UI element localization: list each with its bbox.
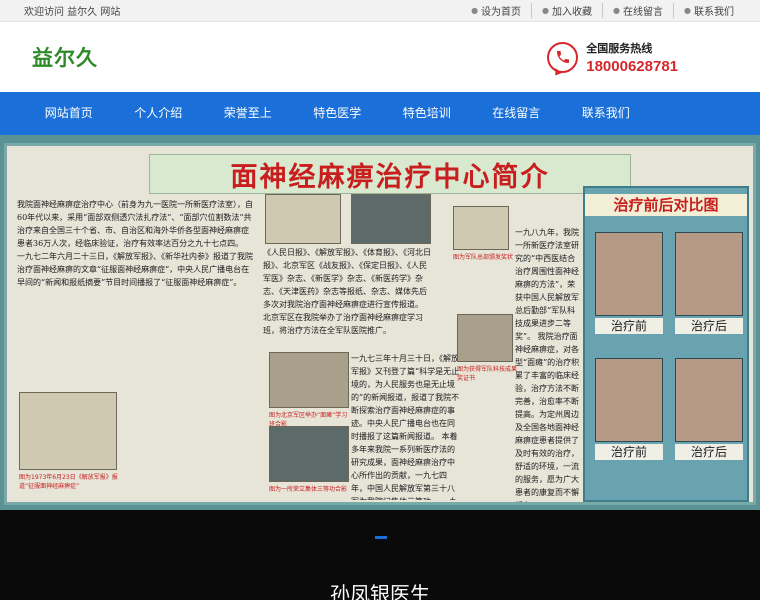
- site-header: 益尔久 全国服务热线 18000628781: [0, 22, 760, 92]
- nav-training[interactable]: 特色培训: [382, 92, 472, 135]
- group-photo: [269, 426, 349, 482]
- online-message-link[interactable]: ● 在线留言: [602, 3, 663, 18]
- document-photo: [265, 194, 341, 244]
- photo-caption: 图为军队总部颁发奖状: [453, 254, 514, 261]
- phone-chat-icon: [547, 41, 579, 73]
- before-label: 治疗前: [595, 444, 663, 460]
- group-photo: [351, 194, 431, 244]
- newspaper-photo: [19, 392, 117, 470]
- nav-message[interactable]: 在线留言: [472, 92, 562, 135]
- hero-banner[interactable]: 面神经麻痹治疗中心简介 我院面神经麻痹症治疗中心（前身为九一医院一所新医疗法室）…: [0, 135, 760, 510]
- bullet-icon: ●: [684, 6, 691, 15]
- after-label: 治疗后: [675, 444, 743, 460]
- add-favorite-link[interactable]: ● 加入收藏: [531, 3, 592, 18]
- patient1-after-photo: [675, 232, 743, 316]
- certificate-photo: [457, 314, 513, 362]
- photo-caption: 图为1973年6月23日《解放军报》报道“征服面神经麻痹症”: [19, 474, 118, 490]
- after-label: 治疗后: [675, 318, 743, 334]
- slider-indicator[interactable]: [375, 536, 387, 539]
- nav-medicine[interactable]: 特色医学: [293, 92, 383, 135]
- award-certificate-photo: [453, 206, 509, 250]
- top-links: ● 设为首页 ● 加入收藏 ● 在线留言 ● 联系我们: [471, 3, 734, 18]
- photo-caption: 图为获得军队科技成果奖证书: [457, 366, 518, 382]
- board-text-col4: 一九八九年，我院一所新医疗法室研究的“中西医结合治疗周围性面神经麻痹的方法”，荣…: [515, 228, 580, 502]
- nav-profile[interactable]: 个人介绍: [114, 92, 204, 135]
- doctor-name-heading: 孙凤银医生: [330, 582, 430, 600]
- service-hotline: 全国服务热线 18000628781: [547, 40, 678, 75]
- patient2-after-photo: [675, 358, 743, 442]
- intro-board-image: 面神经麻痹治疗中心简介 我院面神经麻痹症治疗中心（前身为九一医院一所新医疗法室）…: [4, 143, 756, 505]
- board-text-col3: 一九七三年十月三十日，《解放军报》又刊登了篇“科学是无止境的，为人民服务也是无止…: [351, 354, 460, 500]
- bullet-icon: ●: [471, 6, 479, 15]
- nav-contact[interactable]: 联系我们: [561, 92, 651, 135]
- hotline-number: 18000628781: [586, 57, 678, 75]
- contact-us-link[interactable]: ● 联系我们: [673, 3, 734, 18]
- board-title: 面神经麻痹治疗中心简介: [149, 154, 631, 194]
- patient1-before-photo: [595, 232, 663, 316]
- building-photo: [269, 352, 349, 408]
- main-nav: 网站首页 个人介绍 荣誉至上 特色医学 特色培训 在线留言 联系我们: [0, 92, 760, 135]
- bullet-icon: ●: [613, 6, 621, 15]
- bullet-icon: ●: [542, 6, 550, 15]
- top-bar: 欢迎访问 益尔久 网站 ● 设为首页 ● 加入收藏 ● 在线留言 ● 联系我们: [0, 0, 760, 22]
- before-after-panel: 治疗前后对比图 治疗前 治疗后 治疗前 治疗后: [583, 186, 749, 502]
- board-text-col1: 我院面神经麻痹症治疗中心（前身为九一医院一所新医疗法室），自60年代以来，采用“…: [17, 200, 253, 287]
- patient2-before-photo: [595, 358, 663, 442]
- before-label: 治疗前: [595, 318, 663, 334]
- set-homepage-link[interactable]: ● 设为首页: [471, 3, 521, 18]
- compare-title: 治疗前后对比图: [585, 194, 747, 216]
- nav-home[interactable]: 网站首页: [24, 92, 114, 135]
- nav-honors[interactable]: 荣誉至上: [203, 92, 293, 135]
- hotline-label: 全国服务热线: [586, 41, 653, 55]
- site-logo[interactable]: 益尔久: [32, 42, 98, 72]
- board-text-col2: 《人民日报》、《解放军报》、《体育报》、《河北日报》、北京军区《战友报》、《保定…: [263, 248, 431, 335]
- welcome-text: 欢迎访问 益尔久 网站: [24, 7, 121, 18]
- photo-caption: 图为一所荣立集体三等功合影: [269, 486, 348, 493]
